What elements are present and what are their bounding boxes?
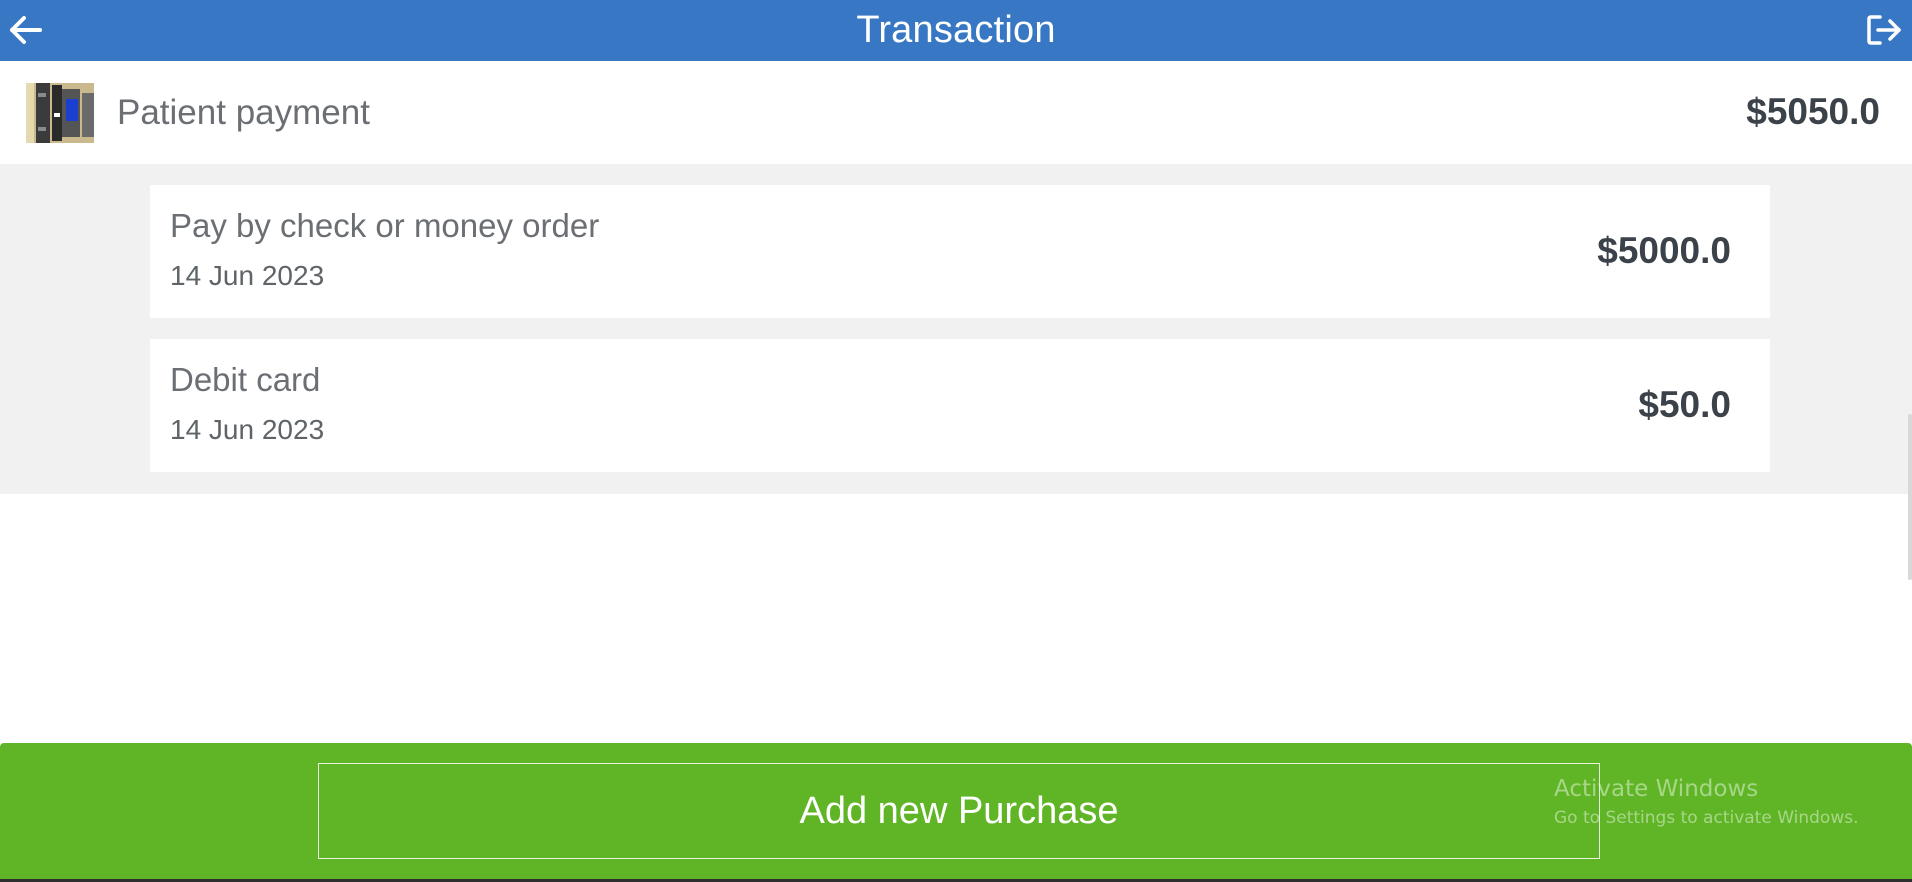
arrow-left-icon <box>10 16 42 44</box>
summary-label: Patient payment <box>117 93 370 132</box>
transaction-item[interactable]: Pay by check or money order 14 Jun 2023 … <box>150 185 1770 318</box>
payment-terminal-thumbnail <box>26 83 94 143</box>
payment-summary: Patient payment $5050.0 <box>0 61 1912 164</box>
transaction-date: 14 Jun 2023 <box>170 260 325 291</box>
add-new-purchase-button[interactable]: Add new Purchase <box>318 763 1600 859</box>
page-title: Transaction <box>856 9 1056 51</box>
transaction-date: 14 Jun 2023 <box>170 414 325 445</box>
summary-total-amount: $5050.0 <box>1746 91 1880 132</box>
transaction-method: Debit card <box>170 361 321 398</box>
transaction-method: Pay by check or money order <box>170 207 600 244</box>
transaction-amount: $50.0 <box>1638 384 1731 425</box>
watermark-subtitle: Go to Settings to activate Windows. <box>1554 808 1859 828</box>
transaction-amount: $5000.0 <box>1597 230 1731 271</box>
transaction-screen: Transaction Patient payment $5050.0 Pay … <box>0 0 1912 882</box>
transaction-list: Pay by check or money order 14 Jun 2023 … <box>0 164 1912 494</box>
back-button[interactable] <box>6 10 46 50</box>
watermark-title: Activate Windows <box>1554 776 1759 802</box>
app-header: Transaction <box>0 0 1912 61</box>
activate-windows-watermark: Activate Windows Go to Settings to activ… <box>1554 776 1859 828</box>
transaction-item[interactable]: Debit card 14 Jun 2023 $50.0 <box>150 339 1770 472</box>
scrollbar-thumb[interactable] <box>1908 414 1912 580</box>
sign-out-icon <box>1867 15 1901 45</box>
logout-button[interactable] <box>1864 10 1904 50</box>
